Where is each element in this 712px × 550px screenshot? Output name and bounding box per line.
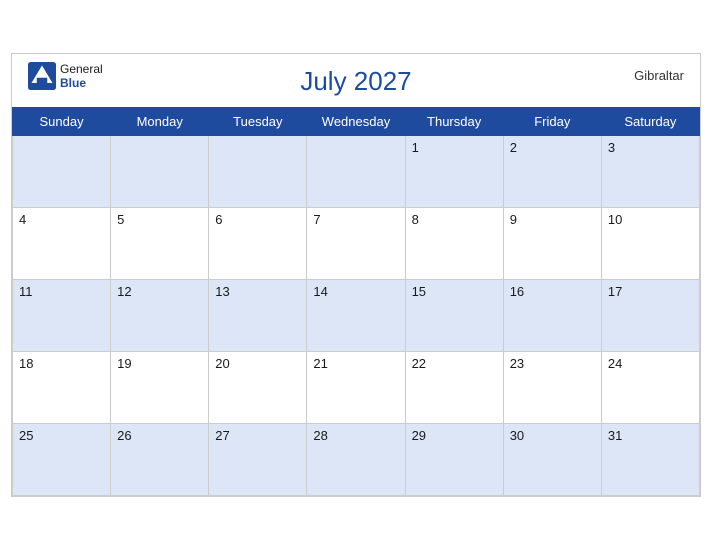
logo-icon bbox=[28, 62, 56, 90]
day-number: 28 bbox=[313, 428, 327, 443]
day-number: 1 bbox=[412, 140, 419, 155]
calendar-week-1: 1 2 3 bbox=[13, 136, 700, 208]
calendar-day: 31 bbox=[601, 424, 699, 496]
calendar-day: 24 bbox=[601, 352, 699, 424]
logo-text: General Blue bbox=[60, 62, 103, 91]
day-number: 13 bbox=[215, 284, 229, 299]
calendar-day: 4 bbox=[13, 208, 111, 280]
region-label: Gibraltar bbox=[634, 68, 684, 83]
day-number: 10 bbox=[608, 212, 622, 227]
weekday-header-tuesday: Tuesday bbox=[209, 108, 307, 136]
weekday-header-row: SundayMondayTuesdayWednesdayThursdayFrid… bbox=[13, 108, 700, 136]
day-number: 17 bbox=[608, 284, 622, 299]
calendar-day: 21 bbox=[307, 352, 405, 424]
calendar-day: 2 bbox=[503, 136, 601, 208]
calendar-title: July 2027 bbox=[300, 66, 411, 97]
calendar-day: 28 bbox=[307, 424, 405, 496]
calendar-week-5: 25 26 27 28 29 30 31 bbox=[13, 424, 700, 496]
day-number: 19 bbox=[117, 356, 131, 371]
day-number: 11 bbox=[19, 284, 33, 299]
calendar-day: 1 bbox=[405, 136, 503, 208]
calendar-day: 19 bbox=[111, 352, 209, 424]
calendar-day: 30 bbox=[503, 424, 601, 496]
calendar-day: 16 bbox=[503, 280, 601, 352]
calendar-day: 15 bbox=[405, 280, 503, 352]
day-number: 18 bbox=[19, 356, 33, 371]
day-number: 25 bbox=[19, 428, 33, 443]
calendar-day bbox=[209, 136, 307, 208]
weekday-header-wednesday: Wednesday bbox=[307, 108, 405, 136]
weekday-header-thursday: Thursday bbox=[405, 108, 503, 136]
day-number: 22 bbox=[412, 356, 426, 371]
day-number: 7 bbox=[313, 212, 320, 227]
day-number: 21 bbox=[313, 356, 327, 371]
day-number: 12 bbox=[117, 284, 131, 299]
day-number: 23 bbox=[510, 356, 524, 371]
day-number: 15 bbox=[412, 284, 426, 299]
calendar-day bbox=[111, 136, 209, 208]
calendar-day: 11 bbox=[13, 280, 111, 352]
day-number: 4 bbox=[19, 212, 26, 227]
calendar-day: 17 bbox=[601, 280, 699, 352]
day-number: 8 bbox=[412, 212, 419, 227]
calendar-day: 25 bbox=[13, 424, 111, 496]
calendar-day: 26 bbox=[111, 424, 209, 496]
day-number: 2 bbox=[510, 140, 517, 155]
calendar-header: General Blue July 2027 Gibraltar bbox=[12, 54, 700, 101]
day-number: 29 bbox=[412, 428, 426, 443]
calendar-week-4: 18 19 20 21 22 23 24 bbox=[13, 352, 700, 424]
calendar-day: 22 bbox=[405, 352, 503, 424]
weekday-header-saturday: Saturday bbox=[601, 108, 699, 136]
calendar-day: 6 bbox=[209, 208, 307, 280]
calendar-day: 7 bbox=[307, 208, 405, 280]
calendar-day: 20 bbox=[209, 352, 307, 424]
weekday-header-friday: Friday bbox=[503, 108, 601, 136]
day-number: 14 bbox=[313, 284, 327, 299]
day-number: 5 bbox=[117, 212, 124, 227]
calendar-week-2: 4 5 6 7 8 9 10 bbox=[13, 208, 700, 280]
calendar-day: 23 bbox=[503, 352, 601, 424]
day-number: 16 bbox=[510, 284, 524, 299]
calendar-day: 12 bbox=[111, 280, 209, 352]
calendar-day: 9 bbox=[503, 208, 601, 280]
calendar-day: 29 bbox=[405, 424, 503, 496]
calendar-day: 18 bbox=[13, 352, 111, 424]
logo-area: General Blue bbox=[28, 62, 103, 91]
calendar-day: 8 bbox=[405, 208, 503, 280]
day-number: 9 bbox=[510, 212, 517, 227]
day-number: 20 bbox=[215, 356, 229, 371]
calendar-day: 5 bbox=[111, 208, 209, 280]
calendar-week-3: 11 12 13 14 15 16 17 bbox=[13, 280, 700, 352]
calendar-day: 3 bbox=[601, 136, 699, 208]
calendar-day: 14 bbox=[307, 280, 405, 352]
calendar-container: General Blue July 2027 Gibraltar SundayM… bbox=[11, 53, 701, 497]
calendar-day: 27 bbox=[209, 424, 307, 496]
weekday-header-monday: Monday bbox=[111, 108, 209, 136]
calendar-day bbox=[13, 136, 111, 208]
calendar-day bbox=[307, 136, 405, 208]
day-number: 6 bbox=[215, 212, 222, 227]
calendar-day: 10 bbox=[601, 208, 699, 280]
calendar-day: 13 bbox=[209, 280, 307, 352]
day-number: 30 bbox=[510, 428, 524, 443]
weekday-header-sunday: Sunday bbox=[13, 108, 111, 136]
day-number: 27 bbox=[215, 428, 229, 443]
day-number: 31 bbox=[608, 428, 622, 443]
calendar-table: SundayMondayTuesdayWednesdayThursdayFrid… bbox=[12, 107, 700, 496]
day-number: 24 bbox=[608, 356, 622, 371]
day-number: 3 bbox=[608, 140, 615, 155]
day-number: 26 bbox=[117, 428, 131, 443]
